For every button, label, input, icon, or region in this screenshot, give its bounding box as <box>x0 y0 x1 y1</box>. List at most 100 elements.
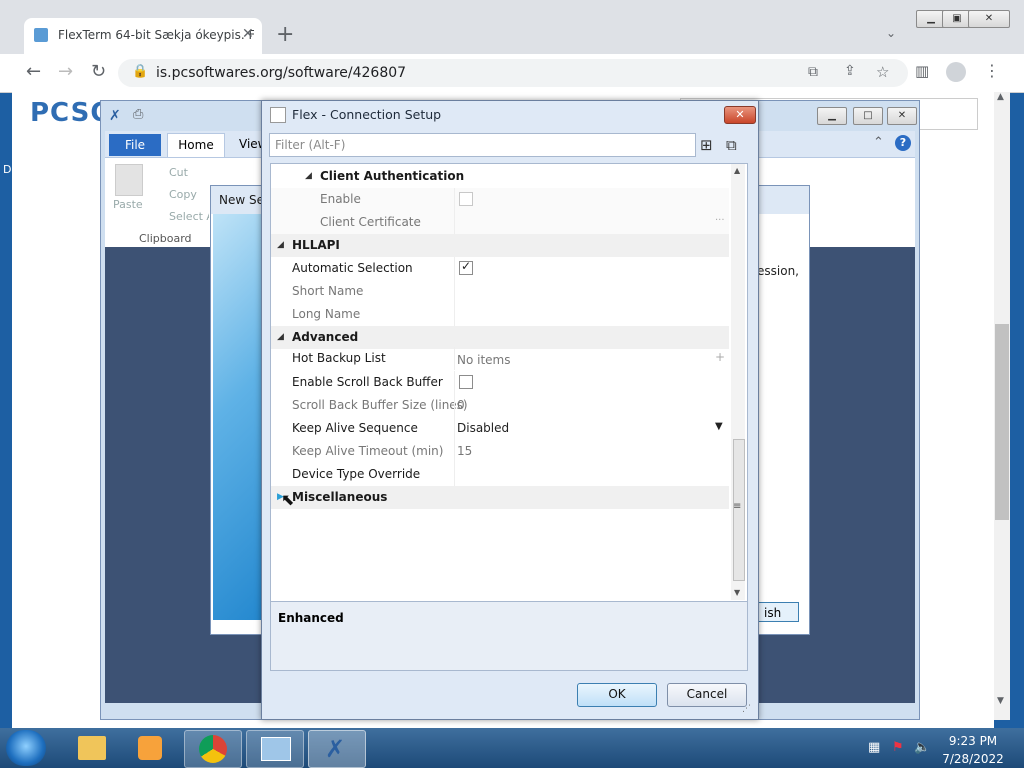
property-category[interactable]: ◢ HLLAPI <box>271 234 729 257</box>
print-icon[interactable]: ⎙ <box>133 107 143 122</box>
description-title: Enhanced <box>278 611 344 625</box>
paste-button[interactable]: Paste <box>113 198 143 211</box>
scroll-up-icon[interactable]: ▲ <box>734 166 740 175</box>
close-window-button[interactable]: ✕ <box>968 10 1010 28</box>
resize-grip-icon[interactable]: ⋰ <box>742 704 751 714</box>
back-icon[interactable]: ← <box>26 61 41 82</box>
collapse-triangle-icon[interactable]: ◢ <box>277 332 284 342</box>
ok-button[interactable]: OK <box>577 683 657 707</box>
property-category-label: Client Authentication <box>320 169 465 183</box>
wizard-body-text: ession, <box>757 264 799 278</box>
select-all-button[interactable]: Select All <box>169 210 209 223</box>
description-panel: Enhanced <box>270 601 748 671</box>
paste-icon[interactable] <box>115 164 143 196</box>
property-label: Long Name <box>292 307 361 321</box>
tab-search-icon[interactable]: ⌄ <box>886 26 896 40</box>
collapse-all-icon[interactable]: ⧉ <box>726 136 737 154</box>
tray-network-icon[interactable]: ▦ <box>868 740 880 755</box>
scroll-down-icon[interactable]: ▼ <box>734 588 740 597</box>
scroll-grip-icon: ≡ <box>733 501 742 512</box>
property-label: Keep Alive Timeout (min) <box>292 444 444 458</box>
menu-kebab-icon[interactable]: ⋮ <box>984 61 1000 80</box>
property-row[interactable]: Hot Backup List No items + <box>271 347 729 370</box>
tab-file[interactable]: File <box>109 134 161 156</box>
cancel-button[interactable]: Cancel <box>667 683 747 707</box>
taskbar-explorer-icon[interactable] <box>64 730 120 766</box>
taskbar-media-player-icon[interactable] <box>122 730 178 766</box>
new-tab-button[interactable]: + <box>276 22 294 47</box>
app-logo-icon: ✗ <box>109 108 121 124</box>
scroll-down-icon[interactable]: ▼ <box>997 696 1004 706</box>
property-row[interactable]: Short Name <box>271 280 729 303</box>
property-category[interactable]: ▶ Miscellaneous <box>271 486 729 509</box>
reload-icon[interactable]: ↻ <box>91 61 106 82</box>
taskbar-flexterm-icon[interactable]: ✗ <box>308 730 366 768</box>
grid-separator <box>454 347 455 370</box>
property-row[interactable]: Scroll Back Buffer Size (lines) 0 <box>271 394 729 417</box>
bookmark-star-icon[interactable]: ☆ <box>876 63 889 81</box>
tray-action-center-icon[interactable]: ⚑ <box>892 740 904 755</box>
grid-separator <box>454 394 455 417</box>
collapse-triangle-icon[interactable]: ◢ <box>277 240 284 250</box>
cut-button[interactable]: Cut <box>169 166 188 179</box>
property-row[interactable]: Keep Alive Sequence Disabled ▼ <box>271 417 729 440</box>
scroll-back-buffer-checkbox[interactable] <box>459 375 473 389</box>
property-row[interactable]: Enable <box>271 188 729 211</box>
grid-separator <box>454 463 455 486</box>
property-row[interactable]: Keep Alive Timeout (min) 15 <box>271 440 729 463</box>
property-row[interactable]: Long Name <box>271 303 729 326</box>
property-row[interactable]: Client Certificate ... <box>271 211 729 234</box>
tab-title: FlexTerm 64-bit Sækja ókeypis. Fl <box>58 28 254 42</box>
grid-separator <box>454 417 455 440</box>
copy-button[interactable]: Copy <box>169 188 197 201</box>
taskbar-clock[interactable]: 9:23 PM 7/28/2022 <box>936 734 1010 766</box>
automatic-selection-checkbox[interactable] <box>459 259 473 275</box>
client-certificate-ellipsis[interactable]: ... <box>715 212 725 223</box>
tab-view[interactable]: View <box>239 137 263 151</box>
add-item-icon[interactable]: + <box>715 350 725 364</box>
taskbar-control-panel-icon[interactable] <box>246 730 304 768</box>
ribbon-collapse-icon[interactable]: ⌃ <box>873 135 884 150</box>
property-label: Device Type Override <box>292 467 421 481</box>
property-category[interactable]: ◢ Advanced <box>271 326 729 349</box>
wizard-finish-button[interactable]: ish <box>757 602 799 622</box>
tab-close-icon[interactable]: ✕ <box>242 26 254 42</box>
expand-all-icon[interactable]: ⊞ <box>700 136 713 154</box>
side-panel-icon[interactable]: ▥ <box>915 62 929 80</box>
page-scroll-thumb[interactable] <box>995 324 1009 520</box>
keep-alive-dropdown-value[interactable]: Disabled <box>457 421 509 435</box>
tray-volume-icon[interactable]: 🔈 <box>914 740 930 755</box>
property-row[interactable]: Enable Scroll Back Buffer <box>271 371 729 394</box>
grid-separator <box>454 211 455 234</box>
forward-icon[interactable]: → <box>58 61 73 82</box>
dialog-title: Flex - Connection Setup <box>292 107 442 122</box>
property-row[interactable]: ◢ Client Authentication <box>271 165 729 188</box>
help-button[interactable]: ? <box>895 135 911 151</box>
property-row[interactable]: Device Type Override <box>271 463 729 486</box>
profile-avatar[interactable] <box>946 62 966 82</box>
property-row[interactable]: Automatic Selection <box>271 257 729 280</box>
browser-tab[interactable]: FlexTerm 64-bit Sækja ókeypis. Fl ✕ <box>24 18 262 54</box>
filter-input[interactable]: Filter (Alt-F) <box>269 133 696 157</box>
address-bar[interactable]: 🔒 is.pcsoftwares.org/software/426807 ⧉ ⇪… <box>118 59 908 87</box>
share-icon[interactable]: ⇪ <box>844 63 856 79</box>
grid-separator <box>454 257 455 280</box>
scroll-up-icon[interactable]: ▲ <box>997 92 1004 102</box>
translate-icon[interactable]: ⧉ <box>808 64 818 80</box>
connection-setup-dialog: Flex - Connection Setup ✕ Filter (Alt-F)… <box>261 100 759 720</box>
enable-checkbox[interactable] <box>459 192 473 206</box>
grid-separator <box>454 303 455 326</box>
dropdown-arrow-icon[interactable]: ▼ <box>715 421 723 432</box>
start-button[interactable] <box>6 730 46 766</box>
app-minimize-button[interactable]: ▁ <box>817 107 847 125</box>
page-scrollbar[interactable]: ▲ ▼ <box>994 92 1010 720</box>
property-grid-scrollbar[interactable]: ▲ ≡ ▼ <box>731 164 745 600</box>
tab-home[interactable]: Home <box>167 133 225 158</box>
app-close-button[interactable]: ✕ <box>887 107 917 125</box>
tab-favicon-icon <box>34 28 48 42</box>
grid-separator <box>454 371 455 394</box>
app-maximize-button[interactable]: □ <box>853 107 883 125</box>
taskbar-chrome-icon[interactable] <box>184 730 242 768</box>
collapse-triangle-icon[interactable]: ◢ <box>305 171 312 181</box>
dialog-close-button[interactable]: ✕ <box>724 106 756 124</box>
